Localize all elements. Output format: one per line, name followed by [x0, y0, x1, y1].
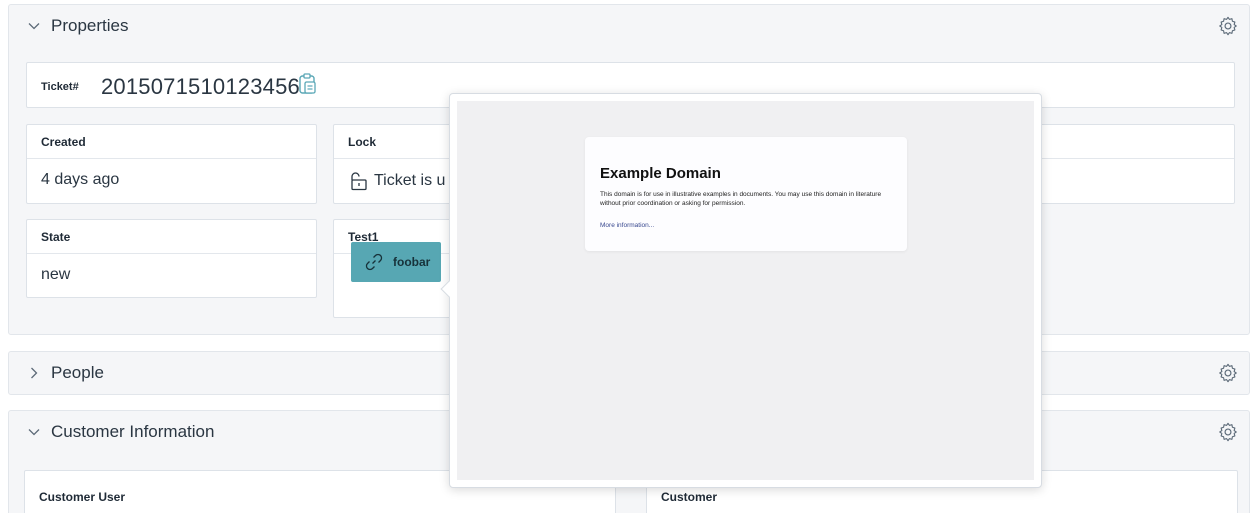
lock-value: Ticket is u [374, 172, 446, 189]
created-value: 4 days ago [41, 171, 120, 188]
link-icon [365, 253, 383, 271]
state-value: new [41, 266, 71, 283]
properties-header[interactable]: Properties [9, 5, 1249, 47]
ticket-number: 2015071510123456 [101, 74, 300, 99]
ticket-label: Ticket# [41, 81, 79, 93]
created-field: Created 4 days ago [26, 124, 317, 204]
state-field: State new [26, 219, 317, 298]
preview-heading: Example Domain [600, 165, 721, 182]
more-information-link[interactable]: More information... [600, 222, 654, 229]
state-label: State [27, 220, 316, 254]
foobar-link-label: foobar [393, 255, 431, 269]
unlock-icon [348, 171, 368, 191]
properties-title: Properties [51, 16, 129, 35]
copy-icon[interactable] [299, 73, 317, 95]
preview-body: This domain is for use in illustrative e… [600, 191, 882, 207]
chevron-down-icon [27, 19, 41, 33]
created-label: Created [27, 125, 316, 159]
gear-icon[interactable] [1217, 15, 1239, 37]
gear-icon[interactable] [1217, 362, 1239, 384]
link-preview-popover: Example Domain This domain is for use in… [440, 93, 1042, 488]
foobar-link-button[interactable]: foobar [351, 242, 441, 282]
customer-information-title: Customer Information [51, 422, 215, 441]
people-title: People [51, 363, 104, 382]
chevron-down-icon [27, 425, 41, 439]
link-preview-frame[interactable]: Example Domain This domain is for use in… [457, 101, 1034, 480]
chevron-right-icon [27, 366, 41, 380]
gear-icon[interactable] [1217, 421, 1239, 443]
example-domain-box: Example Domain This domain is for use in… [585, 137, 907, 251]
